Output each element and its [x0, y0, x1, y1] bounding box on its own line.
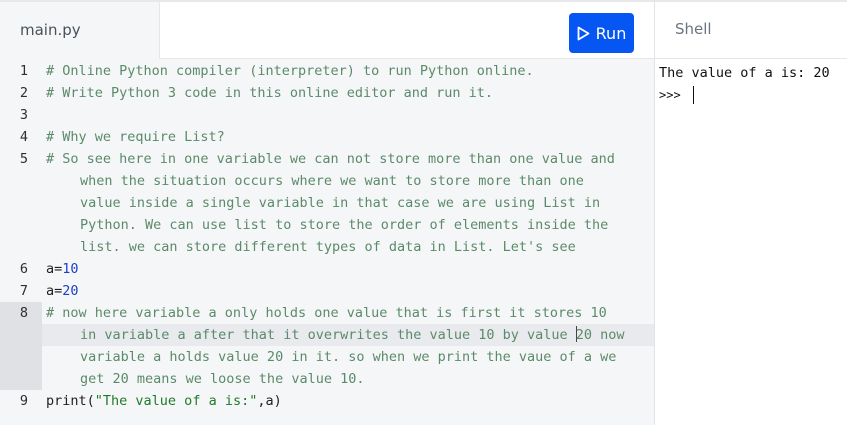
comment-text: in variable a after that it overwrites t…: [80, 327, 576, 343]
code-line-wrap: when the situation occurs where we want …: [80, 173, 584, 189]
code-line: a=20: [46, 280, 79, 302]
code-line-wrap: get 20 means we loose the value 10.: [80, 371, 365, 387]
line-number: 5: [19, 151, 28, 167]
args-token: ,a): [257, 393, 282, 409]
tab-bar: main.py Run: [0, 2, 655, 59]
run-button-label: Run: [595, 23, 627, 43]
shell-pane[interactable]: Shell The value of a is: 20 >>>: [655, 2, 847, 425]
function-token: print: [46, 393, 87, 409]
shell-title: Shell: [675, 20, 712, 38]
variable-token: a: [46, 261, 55, 277]
code-editor[interactable]: 1 # Online Python compiler (interpreter)…: [0, 60, 655, 425]
code-line: # So see here in one variable we can not…: [46, 151, 615, 167]
line-number: 4: [19, 129, 28, 145]
shell-prompt: >>>: [659, 88, 681, 102]
code-line-wrap: value inside a single variable in that c…: [80, 195, 601, 211]
line-number: 2: [19, 85, 28, 101]
string-token: "The value of a is:": [94, 393, 258, 409]
tab-main-py[interactable]: main.py: [0, 2, 160, 59]
shell-cursor: [693, 86, 694, 104]
code-line: # now here variable a only holds one val…: [46, 305, 607, 321]
code-line: # Online Python compiler (interpreter) t…: [46, 63, 534, 79]
shell-output: The value of a is: 20: [659, 65, 830, 81]
line-number: 7: [19, 283, 28, 299]
code-line: # Write Python 3 code in this online edi…: [46, 85, 494, 101]
code-line: print("The value of a is:",a): [46, 390, 282, 412]
line-number: 9: [19, 393, 28, 409]
code-line-wrap: variable a holds value 20 in it. so when…: [80, 349, 617, 365]
comment-text: 20 now: [575, 327, 625, 343]
shell-header: Shell: [655, 2, 847, 59]
code-line-wrap: list. we can store different types of da…: [80, 239, 576, 255]
variable-token: a: [46, 283, 55, 299]
code-line: a=10: [46, 258, 79, 280]
line-number: 3: [19, 107, 28, 123]
run-button[interactable]: Run: [569, 13, 634, 53]
tab-label: main.py: [20, 21, 81, 39]
line-number: 6: [19, 261, 28, 277]
line-number-active: 8: [19, 305, 28, 321]
number-token: 10: [62, 261, 79, 277]
line-number: 1: [19, 63, 28, 79]
number-token: 20: [62, 283, 79, 299]
code-line: # Why we require List?: [46, 129, 225, 145]
code-line-wrap: in variable a after that it overwrites t…: [80, 324, 625, 346]
play-icon: [577, 26, 590, 40]
paren-token: (: [86, 393, 95, 409]
code-line-wrap: Python. We can use list to store the ord…: [80, 217, 609, 233]
